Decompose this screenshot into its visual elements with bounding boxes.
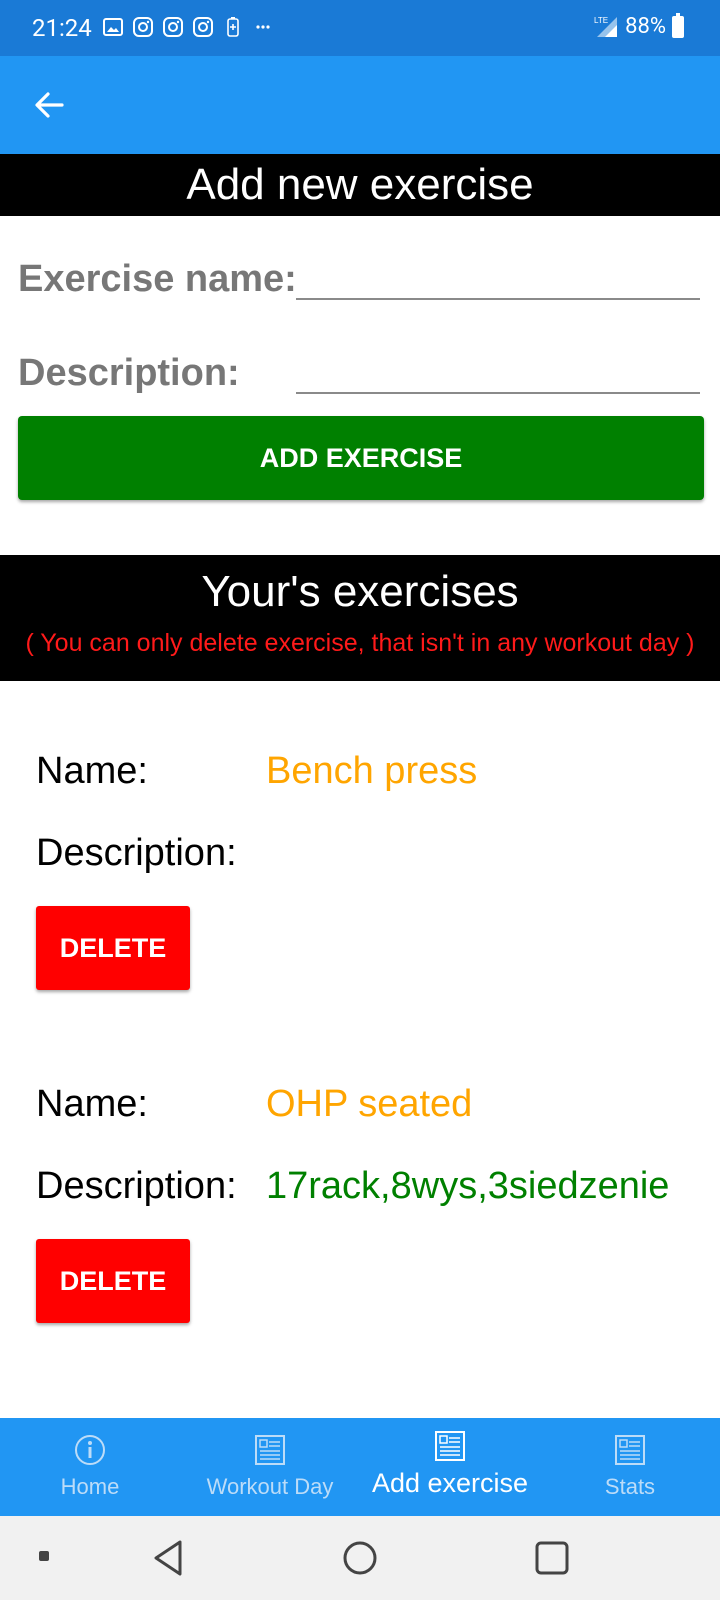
nav-tab-workout-day[interactable]: Workout Day: [180, 1418, 360, 1516]
exercise-name-value: Bench press: [266, 750, 478, 792]
exercise-name-input[interactable]: [296, 250, 700, 300]
status-time: 21:24: [32, 14, 92, 42]
delete-button[interactable]: DELETE: [36, 906, 190, 990]
list-icon: [435, 1431, 465, 1461]
exercises-list-title: Your's exercises: [201, 567, 519, 616]
delete-restriction-note: ( You can only delete exercise, that isn…: [25, 629, 695, 657]
battery-icon: [672, 12, 684, 38]
system-recents-icon[interactable]: [532, 1538, 572, 1578]
signal-lte-icon: LTE: [594, 16, 618, 37]
back-button[interactable]: [26, 82, 72, 128]
nav-label-home: Home: [60, 1474, 120, 1499]
list-icon: [615, 1435, 645, 1465]
gallery-icon: [103, 18, 123, 36]
network-type: LTE: [594, 16, 608, 25]
nav-tab-home[interactable]: Home: [0, 1418, 180, 1516]
instagram-icon: [193, 17, 213, 37]
exercise-description-label: Description:: [36, 832, 237, 874]
nav-tab-stats[interactable]: Stats: [540, 1418, 720, 1516]
more-icon: [256, 25, 270, 29]
add-exercise-header: Add new exercise: [0, 154, 720, 216]
exercise-description-value: 17rack,8wys,3siedzenie: [266, 1165, 670, 1207]
exercise-name-value: OHP seated: [266, 1083, 473, 1125]
list-icon: [255, 1435, 285, 1465]
system-home-icon[interactable]: [340, 1538, 380, 1578]
info-icon: [75, 1435, 105, 1465]
bottom-navigation: Home Workout Day Add exercise Stats: [0, 1418, 720, 1516]
exercise-name-label: Name:: [36, 750, 148, 792]
description-label: Description:: [18, 352, 240, 394]
app-bar: [0, 56, 720, 154]
nav-label-add-exercise: Add exercise: [371, 1468, 529, 1498]
description-input[interactable]: [296, 344, 700, 394]
assistant-dot-icon[interactable]: [34, 1546, 54, 1566]
instagram-icon: [133, 17, 153, 37]
notification-icons: [102, 16, 274, 38]
exercise-name-label: Exercise name:: [18, 258, 297, 300]
status-bar: 21:24 LTE 88%: [0, 0, 720, 56]
exercises-list-header: Your's exercises ( You can only delete e…: [0, 555, 720, 681]
arrow-back-icon: [35, 92, 64, 118]
instagram-icon: [163, 17, 183, 37]
exercise-name-label: Name:: [36, 1083, 148, 1125]
system-navigation-bar: [0, 1516, 720, 1600]
nav-label-workout-day: Workout Day: [206, 1474, 334, 1499]
delete-button[interactable]: DELETE: [36, 1239, 190, 1323]
add-exercise-title: Add new exercise: [186, 160, 534, 209]
nav-label-stats: Stats: [604, 1474, 656, 1499]
exercise-description-label: Description:: [36, 1165, 237, 1207]
status-right: LTE 88%: [593, 12, 684, 39]
battery-charging-icon: [227, 17, 239, 37]
nav-tab-add-exercise[interactable]: Add exercise: [360, 1418, 540, 1516]
add-exercise-button[interactable]: ADD EXERCISE: [18, 416, 704, 500]
battery-percent: 88%: [625, 14, 666, 39]
system-back-icon[interactable]: [150, 1538, 186, 1578]
